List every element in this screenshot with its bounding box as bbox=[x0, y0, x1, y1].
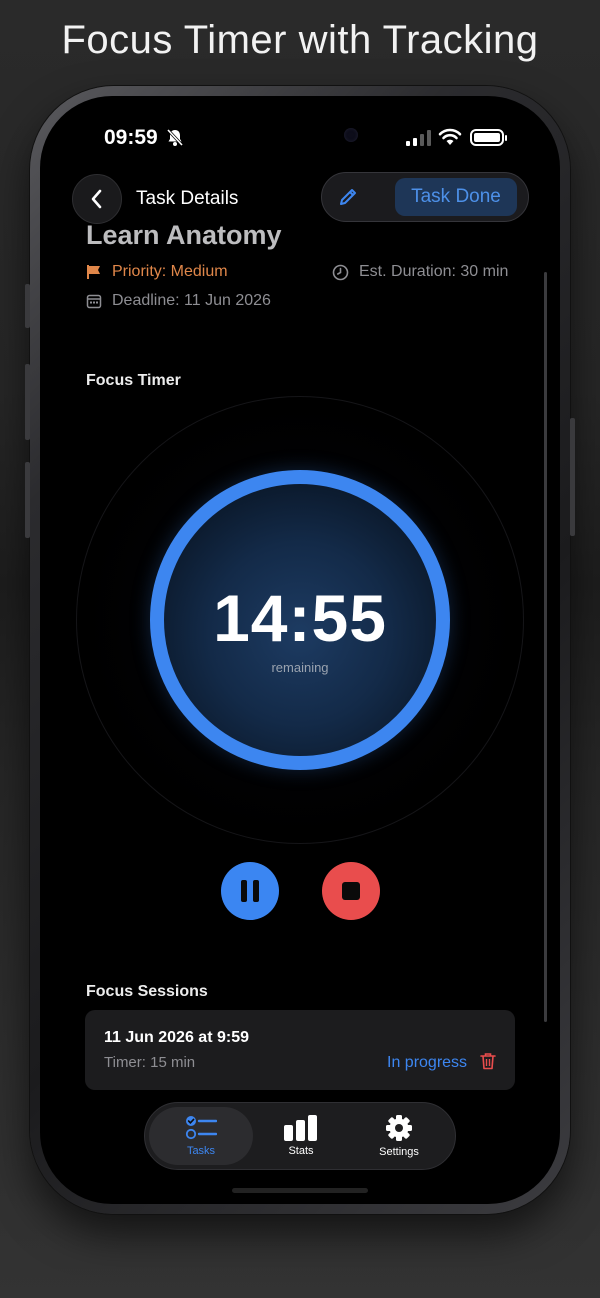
tab-stats[interactable]: Stats bbox=[249, 1107, 353, 1165]
calendar-icon bbox=[86, 294, 102, 309]
nav-actions: Task Done bbox=[321, 172, 529, 222]
duration-text: Est. Duration: 30 min bbox=[359, 263, 509, 280]
tab-tasks-label: Tasks bbox=[186, 1145, 216, 1157]
task-title: Learn Anatomy bbox=[86, 220, 282, 250]
chevron-left-icon bbox=[91, 189, 102, 209]
priority-row: Priority: Medium bbox=[86, 263, 228, 281]
stop-icon bbox=[342, 882, 360, 900]
edit-pencil-icon[interactable] bbox=[338, 187, 358, 212]
duration-row: Est. Duration: 30 min bbox=[332, 263, 508, 281]
timer-ring: 14:55 remaining bbox=[150, 470, 450, 770]
deadline-text: Deadline: 11 Jun 2026 bbox=[112, 292, 271, 309]
silent-switch bbox=[25, 284, 30, 328]
phone-screen: 09:59 Task Details Task Done Learn Anato… bbox=[40, 96, 560, 1204]
home-indicator bbox=[232, 1188, 368, 1193]
focus-timer-heading: Focus Timer bbox=[86, 372, 181, 389]
tab-settings-label: Settings bbox=[379, 1146, 419, 1158]
gear-icon bbox=[386, 1115, 412, 1141]
session-status: In progress bbox=[387, 1054, 468, 1071]
pause-icon bbox=[241, 880, 259, 902]
page-headline: Focus Timer with Tracking bbox=[61, 18, 539, 62]
volume-up-button bbox=[25, 364, 30, 440]
session-date: 11 Jun 2026 at 9:59 bbox=[104, 1029, 249, 1046]
tab-bar: Tasks Stats Settings bbox=[144, 1102, 456, 1170]
scrollbar[interactable] bbox=[544, 272, 547, 1022]
battery-icon bbox=[470, 129, 507, 146]
checklist-icon bbox=[185, 1116, 217, 1140]
stop-button[interactable] bbox=[322, 862, 380, 920]
flag-icon bbox=[87, 265, 100, 279]
back-button[interactable] bbox=[72, 174, 122, 224]
session-card[interactable]: 11 Jun 2026 at 9:59 Timer: 15 min In pro… bbox=[85, 1010, 515, 1090]
bar-chart-icon bbox=[284, 1115, 317, 1141]
pause-button[interactable] bbox=[221, 862, 279, 920]
camera-icon bbox=[344, 128, 358, 142]
trash-icon[interactable] bbox=[480, 1052, 496, 1075]
timer-value: 14:55 bbox=[213, 581, 387, 655]
deadline-row: Deadline: 11 Jun 2026 bbox=[86, 292, 271, 310]
tab-tasks[interactable]: Tasks bbox=[149, 1107, 253, 1165]
cellular-signal-icon bbox=[406, 130, 432, 151]
focus-sessions-heading: Focus Sessions bbox=[86, 983, 208, 1000]
power-button bbox=[570, 418, 575, 536]
wifi-icon bbox=[438, 128, 462, 151]
bell-muted-icon bbox=[166, 128, 184, 153]
timer-sub-label: remaining bbox=[271, 660, 329, 675]
volume-down-button bbox=[25, 462, 30, 538]
nav-title: Task Details bbox=[136, 188, 239, 209]
clock-icon bbox=[332, 264, 349, 280]
tab-stats-label: Stats bbox=[288, 1145, 314, 1157]
task-done-button[interactable]: Task Done bbox=[395, 178, 517, 216]
tab-settings[interactable]: Settings bbox=[347, 1107, 451, 1165]
priority-text: Priority: Medium bbox=[112, 263, 228, 280]
session-timer: Timer: 15 min bbox=[104, 1054, 196, 1071]
status-time: 09:59 bbox=[104, 126, 158, 149]
